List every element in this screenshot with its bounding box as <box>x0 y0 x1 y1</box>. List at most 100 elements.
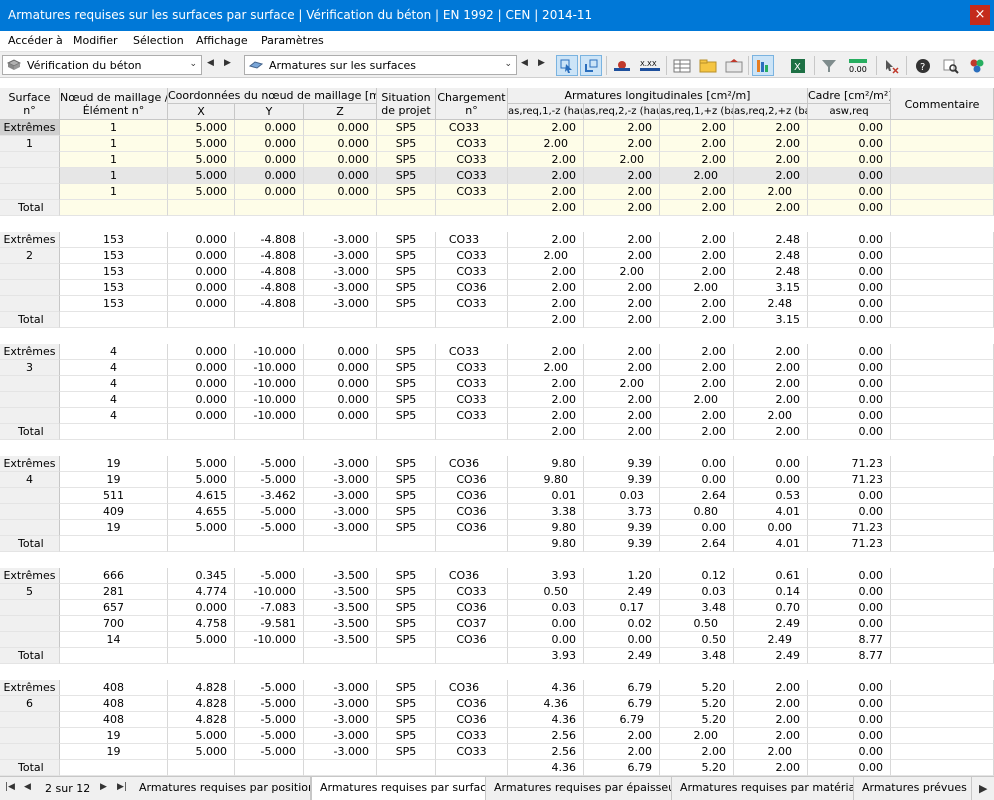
z-cell[interactable] <box>304 312 377 328</box>
asw-cell[interactable]: 0.00 <box>808 344 891 360</box>
z-cell[interactable]: -3.000 <box>304 712 377 728</box>
node-cell[interactable] <box>60 312 168 328</box>
as1-top-cell[interactable]: 9.80 <box>508 520 584 536</box>
x-cell[interactable]: 0.000 <box>168 344 235 360</box>
surface-cell[interactable] <box>0 296 60 312</box>
z-cell[interactable]: 0.000 <box>304 184 377 200</box>
situation-cell[interactable]: SP5 <box>377 520 436 536</box>
surface-cell[interactable] <box>0 264 60 280</box>
situation-cell[interactable]: SP5 <box>377 344 436 360</box>
comment-cell[interactable] <box>891 680 994 696</box>
y-cell[interactable]: 0.000 <box>235 184 304 200</box>
loading-cell[interactable]: CO36 <box>436 568 508 584</box>
surface-cell[interactable] <box>0 712 60 728</box>
as2-top-cell[interactable]: 2.00 <box>584 152 660 168</box>
table-row[interactable]: Extrêmes 408 4.828 -5.000 -3.000 SP5 CO36 4.36 6… <box>0 680 994 696</box>
y-cell[interactable]: -5.000 <box>235 680 304 696</box>
node-cell[interactable]: 4 <box>60 376 168 392</box>
asw-cell[interactable]: 0.00 <box>808 424 891 440</box>
asw-cell[interactable]: 0.00 <box>808 120 891 136</box>
header-as1-bottom[interactable]: as,req,1,+z (bas) <box>660 104 734 120</box>
loading-cell[interactable]: CO36 <box>436 456 508 472</box>
module-next-button[interactable]: ▶ <box>224 58 231 68</box>
surface-cell[interactable] <box>0 392 60 408</box>
loading-cell[interactable]: CO36 <box>436 280 508 296</box>
folder-open-button[interactable] <box>696 55 718 76</box>
comment-cell[interactable] <box>891 280 994 296</box>
asw-cell[interactable]: 0.00 <box>808 184 891 200</box>
loading-cell[interactable]: CO33 <box>436 264 508 280</box>
situation-cell[interactable]: SP5 <box>377 168 436 184</box>
table-row[interactable]: 1 5.000 0.000 0.000 SP5 CO33 2.00 2.00 2.00 2.00 0… <box>0 184 994 200</box>
as1-top-cell[interactable]: 4.36 <box>508 712 584 728</box>
comment-cell[interactable] <box>891 136 994 152</box>
next-page-button[interactable]: ▶ <box>100 782 107 792</box>
comment-cell[interactable] <box>891 504 994 520</box>
x-cell[interactable] <box>168 648 235 664</box>
y-cell[interactable]: 0.000 <box>235 152 304 168</box>
node-cell[interactable]: 1 <box>60 184 168 200</box>
x-cell[interactable]: 5.000 <box>168 168 235 184</box>
help-button[interactable]: ? <box>912 55 934 76</box>
as1-bottom-cell[interactable]: 0.00 <box>660 456 734 472</box>
loading-cell[interactable]: CO33 <box>436 296 508 312</box>
table-row[interactable]: Extrêmes 19 5.000 -5.000 -3.000 SP5 CO36 9.80 9.… <box>0 456 994 472</box>
as2-bottom-cell[interactable]: 0.00 <box>734 520 808 536</box>
total-row[interactable]: Total 2.00 2.00 2.00 2.00 0.00 <box>0 200 994 216</box>
situation-cell[interactable]: SP5 <box>377 600 436 616</box>
table-row[interactable]: 3 4 0.000 -10.000 0.000 SP5 CO33 2.00 2.00 2.00 2.… <box>0 360 994 376</box>
as2-bottom-cell[interactable]: 0.14 <box>734 584 808 600</box>
surface-cell[interactable] <box>0 376 60 392</box>
as1-top-cell[interactable]: 2.00 <box>508 120 584 136</box>
asw-cell[interactable]: 0.00 <box>808 392 891 408</box>
as2-top-cell[interactable]: 2.00 <box>584 280 660 296</box>
comment-cell[interactable] <box>891 616 994 632</box>
surface-cell[interactable]: 1 <box>0 136 60 152</box>
node-cell[interactable]: 4 <box>60 344 168 360</box>
loading-cell[interactable]: CO33 <box>436 248 508 264</box>
x-cell[interactable]: 0.000 <box>168 392 235 408</box>
table-row[interactable]: 6 408 4.828 -5.000 -3.000 SP5 CO36 4.36 6.79 5.20… <box>0 696 994 712</box>
x-cell[interactable]: 4.828 <box>168 712 235 728</box>
as1-bottom-cell[interactable]: 2.00 <box>660 120 734 136</box>
comment-cell[interactable] <box>891 184 994 200</box>
y-cell[interactable]: -10.000 <box>235 392 304 408</box>
number-format-button[interactable]: X.XX <box>636 55 662 76</box>
as2-bottom-cell[interactable]: 0.61 <box>734 568 808 584</box>
as2-bottom-cell[interactable]: 2.00 <box>734 744 808 760</box>
as1-top-cell[interactable]: 2.00 <box>508 136 584 152</box>
table-row[interactable]: 4 19 5.000 -5.000 -3.000 SP5 CO36 9.80 9.39 0.00 0… <box>0 472 994 488</box>
as1-top-cell[interactable]: 2.00 <box>508 200 584 216</box>
as1-bottom-cell[interactable]: 5.20 <box>660 760 734 776</box>
as1-top-cell[interactable]: 2.00 <box>508 360 584 376</box>
surface-cell[interactable] <box>0 504 60 520</box>
loading-cell[interactable]: CO36 <box>436 504 508 520</box>
y-cell[interactable]: -3.462 <box>235 488 304 504</box>
asw-cell[interactable]: 71.23 <box>808 536 891 552</box>
as2-bottom-cell[interactable]: 3.15 <box>734 312 808 328</box>
z-cell[interactable]: 0.000 <box>304 136 377 152</box>
y-cell[interactable]: -5.000 <box>235 568 304 584</box>
tab-by-surface[interactable]: Armatures requises par surface <box>311 777 486 800</box>
total-row[interactable]: Total 4.36 6.79 5.20 2.00 0.00 <box>0 760 994 776</box>
x-cell[interactable]: 4.774 <box>168 584 235 600</box>
x-cell[interactable]: 0.000 <box>168 264 235 280</box>
loading-cell[interactable]: CO36 <box>436 488 508 504</box>
as2-bottom-cell[interactable]: 0.00 <box>734 472 808 488</box>
x-cell[interactable] <box>168 760 235 776</box>
as1-bottom-cell[interactable]: 2.00 <box>660 296 734 312</box>
loading-cell[interactable]: CO33 <box>436 744 508 760</box>
as2-top-cell[interactable]: 2.00 <box>584 136 660 152</box>
as2-top-cell[interactable]: 2.00 <box>584 168 660 184</box>
loading-cell[interactable] <box>436 312 508 328</box>
loading-cell[interactable]: CO36 <box>436 472 508 488</box>
as1-top-cell[interactable]: 3.93 <box>508 648 584 664</box>
as2-top-cell[interactable]: 2.00 <box>584 376 660 392</box>
as2-bottom-cell[interactable]: 2.48 <box>734 248 808 264</box>
table-row[interactable]: 153 0.000 -4.808 -3.000 SP5 CO36 2.00 2.00 2.00 3… <box>0 280 994 296</box>
asw-cell[interactable]: 0.00 <box>808 760 891 776</box>
clear-selection-button[interactable] <box>880 55 902 76</box>
loading-cell[interactable]: CO33 <box>436 232 508 248</box>
comment-cell[interactable] <box>891 248 994 264</box>
as2-bottom-cell[interactable]: 4.01 <box>734 504 808 520</box>
